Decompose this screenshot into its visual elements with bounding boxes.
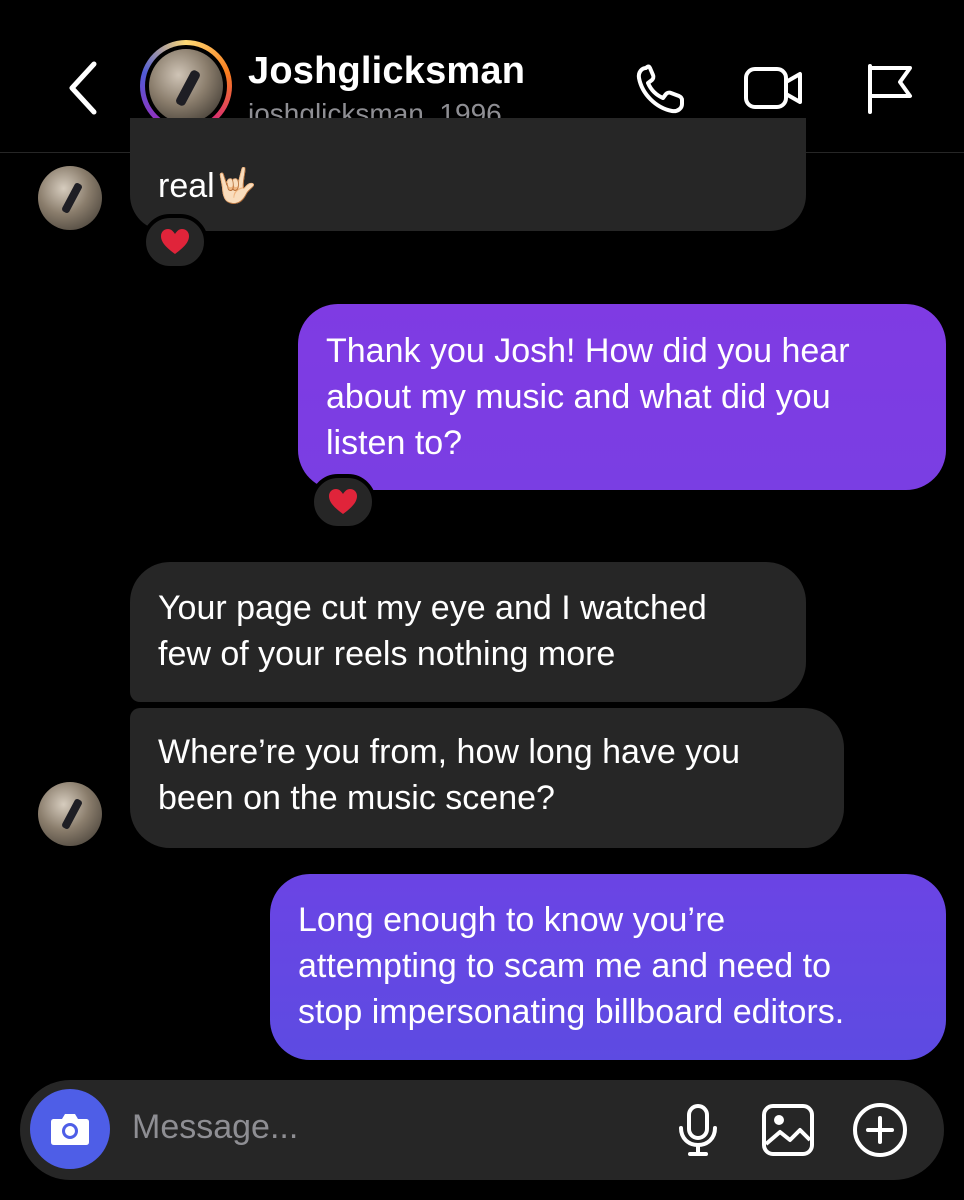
message-line: Thank you Josh! How did you hear [326,332,850,370]
message-line: attempting to scam me and need to [298,947,831,985]
heart-icon [329,489,357,514]
message-line: Your page cut my eye and I watched [158,589,707,627]
message-line: few of your reels nothing more [158,635,616,673]
phone-icon[interactable] [632,60,692,116]
message-bubble-outgoing[interactable]: Long enough to know you’re attempting to… [270,874,946,1060]
message-line: been on the music scene? [158,779,555,817]
camera-icon [51,1114,89,1145]
message-line: about my music and what did you [326,378,831,416]
back-chevron-icon[interactable] [62,58,106,118]
message-line: stop impersonating billboard editors. [298,993,845,1031]
message-bubble-incoming[interactable]: real🤟🏻 [130,118,806,231]
flag-icon[interactable] [860,60,920,116]
camera-button[interactable] [30,1089,110,1169]
sender-avatar[interactable] [38,166,102,230]
message-line: Where’re you from, how long have you [158,733,741,771]
video-camera-icon[interactable] [742,60,806,116]
image-gallery-icon[interactable] [758,1100,818,1160]
heart-icon [161,229,189,254]
message-bubble-outgoing[interactable]: Thank you Josh! How did you hear about m… [298,304,946,490]
contact-name[interactable]: Joshglicksman [248,50,525,93]
message-text: real🤟🏻 [158,167,258,205]
microphone-icon[interactable] [668,1100,728,1160]
message-bubble-incoming[interactable]: Where’re you from, how long have you bee… [130,708,844,848]
heart-reaction[interactable] [142,214,208,270]
add-circle-icon[interactable] [850,1100,910,1160]
message-input[interactable]: Message... [132,1108,298,1147]
sender-avatar[interactable] [38,782,102,846]
message-line: Long enough to know you’re [298,901,726,939]
heart-reaction[interactable] [310,474,376,530]
message-line: listen to? [326,424,463,462]
message-bubble-incoming[interactable]: Your page cut my eye and I watched few o… [130,562,806,702]
